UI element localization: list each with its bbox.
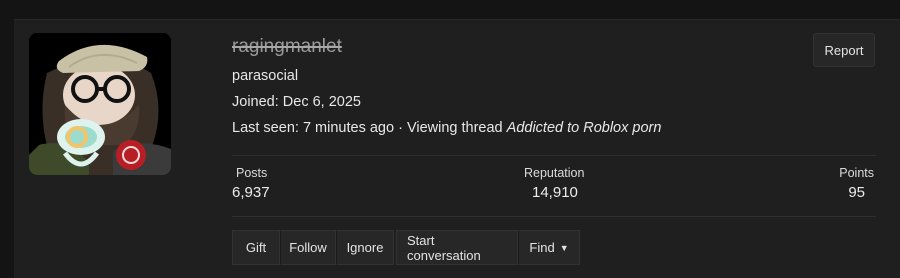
member-profile-card: ragingmanlet parasocial Joined: Dec 6, 2…	[14, 19, 900, 278]
caret-down-icon: ▼	[559, 242, 569, 253]
avatar-image	[29, 33, 171, 175]
points-label: Points	[839, 166, 874, 180]
find-label: Find	[529, 240, 555, 255]
reputation-value[interactable]: 14,910	[532, 184, 578, 201]
points-value[interactable]: 95	[848, 184, 865, 201]
user-title: parasocial	[232, 68, 299, 84]
last-seen-time: 7 minutes ago	[302, 120, 395, 136]
divider	[232, 155, 876, 156]
avatar[interactable]	[29, 33, 171, 175]
separator-dot: ·	[398, 120, 403, 136]
follow-button[interactable]: Follow	[280, 230, 336, 265]
action-group-primary: Gift Follow Ignore	[232, 230, 394, 265]
activity-thread-link[interactable]: Addicted to Roblox porn	[507, 120, 662, 136]
joined-row: Joined: Dec 6, 2025	[232, 94, 361, 110]
joined-label: Joined:	[232, 94, 279, 110]
last-seen-label: Last seen:	[232, 120, 299, 136]
posts-label: Posts	[236, 166, 268, 180]
ignore-button[interactable]: Ignore	[336, 230, 394, 265]
action-group-secondary: Start conversation Find ▼	[396, 230, 580, 265]
report-button[interactable]: Report	[813, 33, 875, 67]
divider	[232, 216, 876, 217]
posts-value[interactable]: 6,937	[232, 184, 270, 201]
gift-button[interactable]: Gift	[232, 230, 280, 265]
joined-date: Dec 6, 2025	[282, 94, 361, 110]
start-conversation-button[interactable]: Start conversation	[396, 230, 518, 265]
activity-prefix: Viewing thread	[406, 120, 503, 136]
member-actions-bar: Gift Follow Ignore Start conversation Fi…	[232, 230, 580, 265]
find-dropdown-button[interactable]: Find ▼	[518, 230, 580, 265]
last-seen-row: Last seen: 7 minutes ago · Viewing threa…	[232, 120, 661, 136]
username[interactable]: ragingmanlet	[232, 36, 342, 58]
reputation-label: Reputation	[524, 166, 585, 180]
